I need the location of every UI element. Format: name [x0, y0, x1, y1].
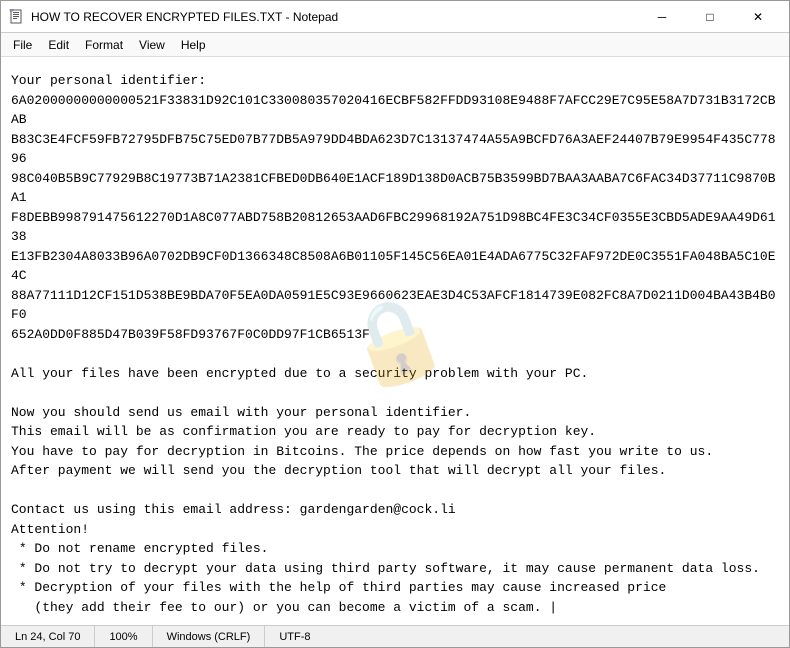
menu-file[interactable]: File — [5, 36, 40, 54]
status-encoding: UTF-8 — [265, 626, 324, 647]
text-editor[interactable] — [1, 57, 789, 625]
menu-view[interactable]: View — [131, 36, 173, 54]
menu-format[interactable]: Format — [77, 36, 131, 54]
window-title: HOW TO RECOVER ENCRYPTED FILES.TXT - Not… — [31, 10, 338, 24]
close-button[interactable]: ✕ — [735, 5, 781, 29]
minimize-button[interactable]: ─ — [639, 5, 685, 29]
window-controls: ─ □ ✕ — [639, 5, 781, 29]
editor-area: 🔒 — [1, 57, 789, 625]
title-bar: HOW TO RECOVER ENCRYPTED FILES.TXT - Not… — [1, 1, 789, 33]
status-zoom: 100% — [95, 626, 152, 647]
menu-help[interactable]: Help — [173, 36, 214, 54]
status-bar: Ln 24, Col 70 100% Windows (CRLF) UTF-8 — [1, 625, 789, 647]
status-line-col: Ln 24, Col 70 — [11, 626, 95, 647]
status-line-ending: Windows (CRLF) — [153, 626, 266, 647]
menu-edit[interactable]: Edit — [40, 36, 77, 54]
notepad-icon — [9, 9, 25, 25]
menu-bar: File Edit Format View Help — [1, 33, 789, 57]
title-bar-left: HOW TO RECOVER ENCRYPTED FILES.TXT - Not… — [9, 9, 338, 25]
notepad-window: HOW TO RECOVER ENCRYPTED FILES.TXT - Not… — [0, 0, 790, 648]
maximize-button[interactable]: □ — [687, 5, 733, 29]
